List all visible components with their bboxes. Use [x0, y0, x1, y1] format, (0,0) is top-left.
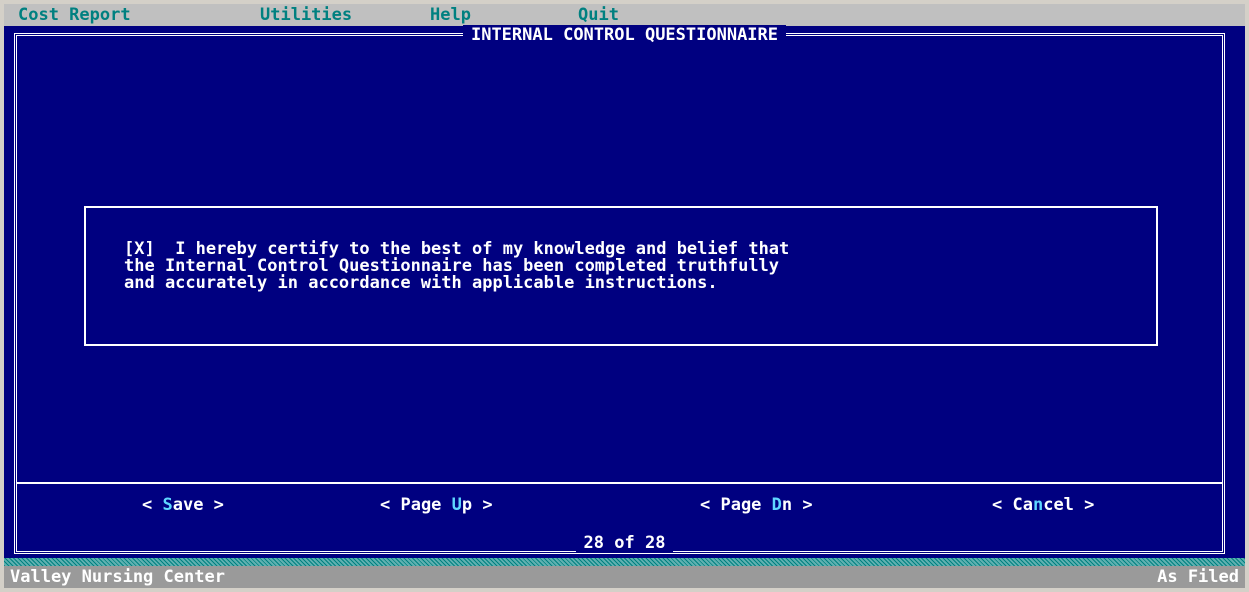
cancel-button-pre: < Ca	[992, 495, 1033, 515]
save-button-post: ave >	[172, 495, 224, 515]
status-bar: Valley Nursing Center As Filed	[4, 566, 1245, 588]
page-up-button-pre: < Page	[380, 495, 452, 515]
cancel-button-post: cel >	[1043, 495, 1095, 515]
cancel-button[interactable]: < Cancel >	[992, 494, 1094, 516]
dialog-title: INTERNAL CONTROL QUESTIONNAIRE	[462, 25, 787, 45]
save-button[interactable]: < Save >	[142, 494, 224, 516]
menu-quit[interactable]: Quit	[572, 4, 625, 26]
dialog-title-bar: INTERNAL CONTROL QUESTIONNAIRE	[4, 24, 1245, 46]
page-counter: 28 of 28	[575, 533, 674, 553]
menu-bar: Cost Report Utilities Help Quit	[4, 4, 1245, 26]
cancel-button-hotkey: n	[1032, 495, 1044, 515]
save-button-hotkey: S	[162, 495, 173, 515]
page-down-button-hotkey: D	[771, 495, 782, 515]
hatch-band	[4, 558, 1245, 566]
page-down-button-pre: < Page	[700, 495, 772, 515]
page-counter-bar: 28 of 28	[4, 532, 1245, 554]
certification-text: [X] I hereby certify to the best of my k…	[124, 241, 1164, 292]
page-down-button-post: n >	[781, 495, 813, 515]
button-divider	[16, 482, 1223, 484]
page-up-button-hotkey: U	[451, 495, 462, 515]
page-down-button[interactable]: < Page Dn >	[700, 494, 813, 516]
menu-utilities[interactable]: Utilities	[254, 4, 358, 26]
menu-help[interactable]: Help	[424, 4, 477, 26]
certification-line-3: and accurately in accordance with applic…	[124, 273, 718, 293]
page-up-button-post: p >	[461, 495, 493, 515]
save-button-pre: <	[142, 495, 163, 515]
menu-cost-report[interactable]: Cost Report	[12, 4, 137, 26]
page-up-button[interactable]: < Page Up >	[380, 494, 493, 516]
dos-screen: Cost Report Utilities Help Quit INTERNAL…	[4, 4, 1245, 588]
filing-status: As Filed	[1157, 567, 1239, 587]
facility-name: Valley Nursing Center	[10, 567, 225, 587]
